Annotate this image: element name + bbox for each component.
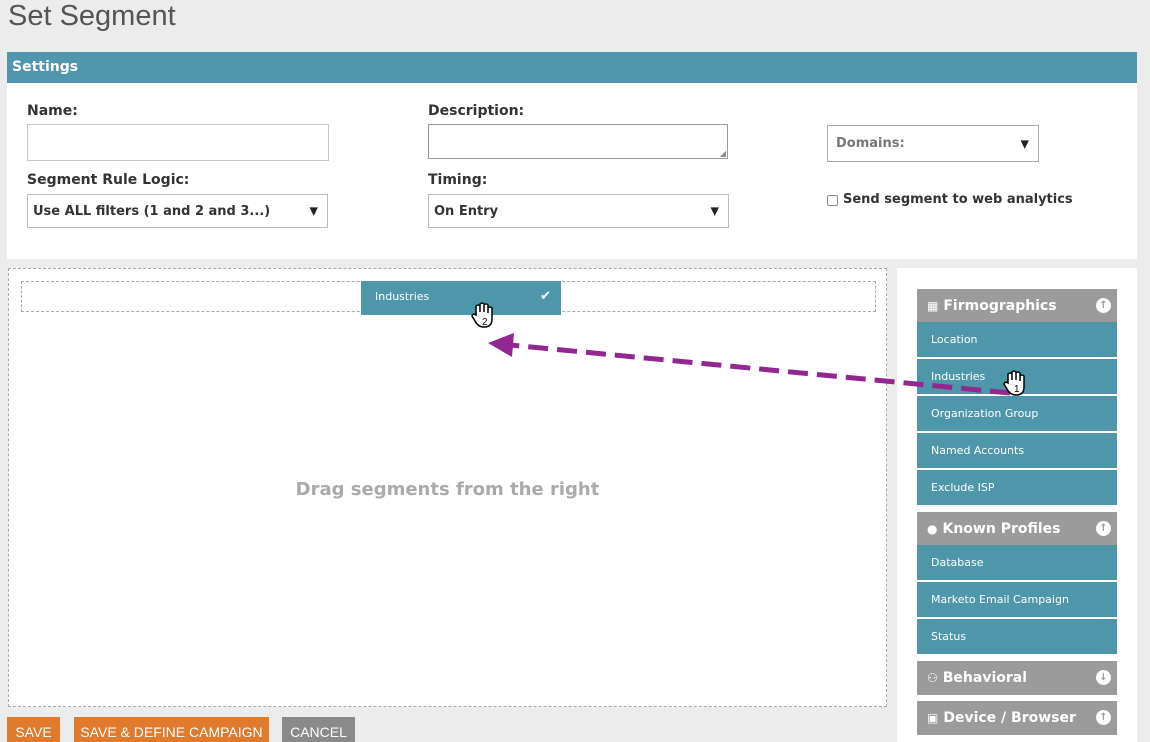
- drag-arrow-line: [509, 342, 1011, 396]
- hand-cursor-icon: 1: [1003, 370, 1025, 396]
- drag-arrow-annotation: [488, 333, 1011, 396]
- hand-cursor-icon: 2: [471, 302, 493, 328]
- step-1-label: 1: [1014, 384, 1020, 395]
- step-2-label: 2: [482, 317, 488, 328]
- drag-arrow-head: [488, 333, 514, 357]
